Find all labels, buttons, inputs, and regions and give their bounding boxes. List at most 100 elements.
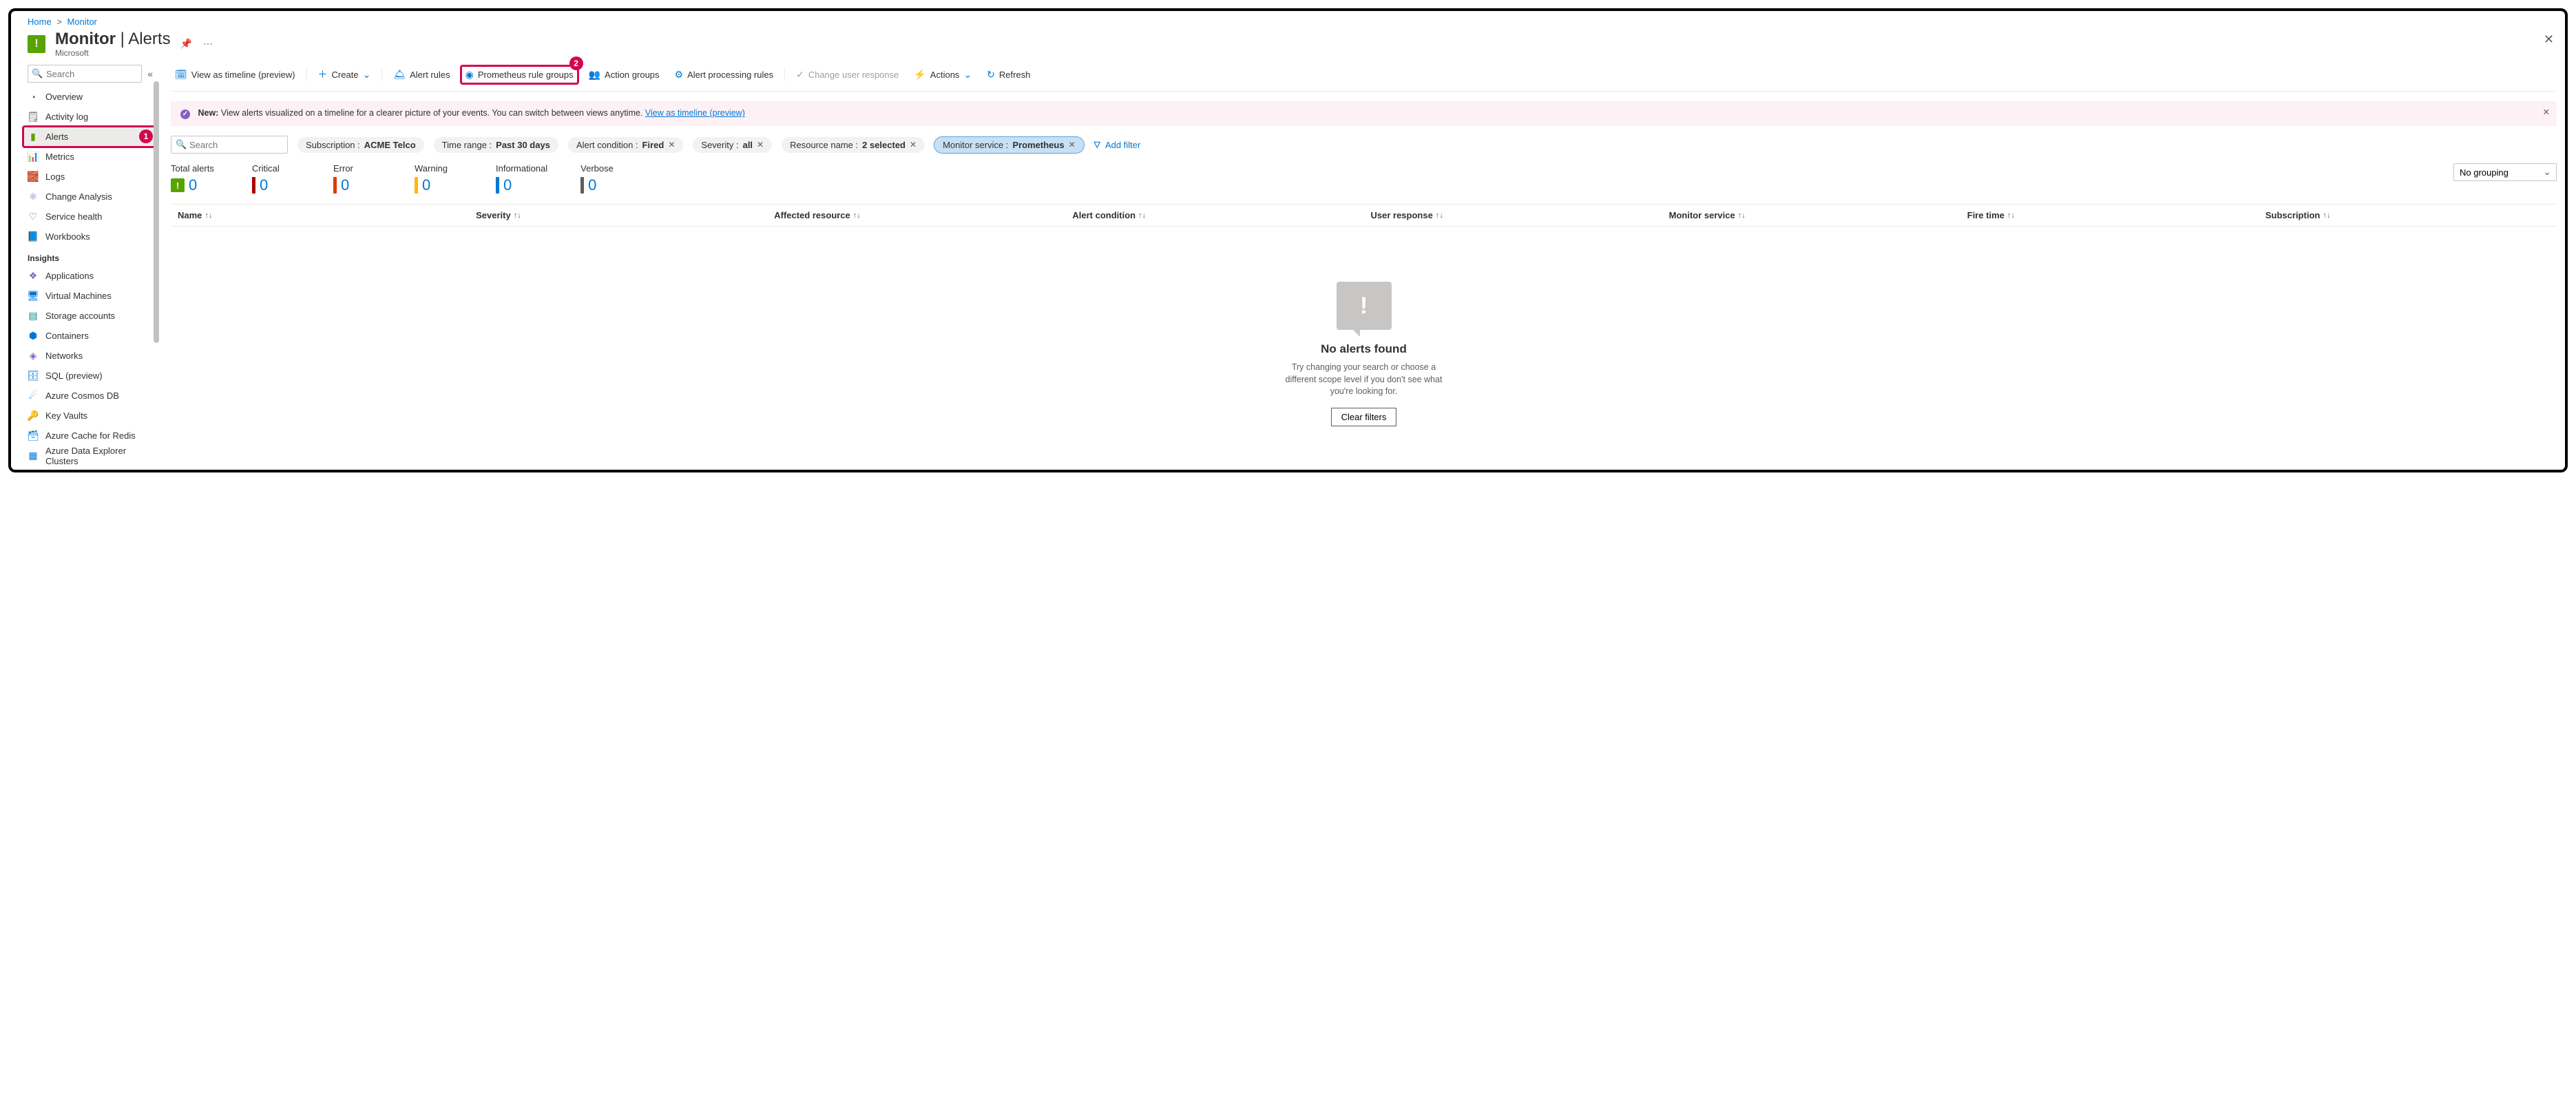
page-title: Monitor | Alerts: [55, 30, 171, 49]
add-filter-button[interactable]: 🜄Add filter: [1093, 136, 1141, 154]
sidebar-item-label: Change Analysis: [45, 191, 112, 202]
overview-icon: ◔: [28, 92, 39, 103]
severity-bar: [580, 177, 584, 194]
sidebar-item-metrics[interactable]: 📊Metrics: [23, 147, 157, 167]
column-header-user-response[interactable]: User response↑↓: [1364, 210, 1662, 220]
summary-card-verbose[interactable]: Verbose0: [580, 163, 629, 194]
sort-icon: ↑↓: [514, 211, 521, 220]
summary-card-warning[interactable]: Warning0: [415, 163, 463, 194]
key-vaults-icon: 🔑: [28, 410, 39, 422]
azure-cache-for-redis-icon: 🗃: [28, 430, 39, 441]
alerts-search: 🔍: [171, 136, 288, 154]
summary-card-total-alerts[interactable]: Total alerts0: [171, 163, 219, 194]
sidebar-item-label: Activity log: [45, 112, 88, 122]
column-header-affected-resource[interactable]: Affected resource↑↓: [767, 210, 1065, 220]
banner-close-icon[interactable]: ✕: [2543, 107, 2550, 117]
column-header-name[interactable]: Name↑↓: [171, 210, 469, 220]
alert-processing-rules-button[interactable]: ⚙Alert processing rules: [671, 66, 778, 83]
main-content: 🗓View as timeline (preview) ＋Create⌄ 🛎Al…: [157, 61, 2565, 470]
summary-card-error[interactable]: Error0: [333, 163, 381, 194]
column-header-subscription[interactable]: Subscription↑↓: [2259, 210, 2557, 220]
banner-text: View alerts visualized on a timeline for…: [221, 108, 645, 118]
sidebar-item-workbooks[interactable]: 📘Workbooks: [23, 227, 157, 247]
alert-rules-button[interactable]: 🛎Alert rules: [389, 66, 454, 83]
summary-card-label: Total alerts: [171, 163, 219, 176]
summary-card-value: 0: [588, 176, 596, 194]
create-button[interactable]: ＋Create⌄: [314, 65, 375, 84]
sidebar-item-virtual-machines[interactable]: 🖥Virtual Machines: [23, 286, 157, 306]
clear-filters-button[interactable]: Clear filters: [1331, 408, 1397, 426]
sidebar-item-alerts[interactable]: 1▮Alerts: [23, 127, 157, 147]
sidebar-item-label: Applications: [45, 271, 94, 281]
sidebar-search-input[interactable]: [28, 65, 142, 83]
sort-icon: ↑↓: [2323, 211, 2330, 220]
filter-pill-resource-name[interactable]: Resource name : 2 selected✕: [782, 137, 925, 153]
crumb-home[interactable]: Home: [28, 17, 52, 27]
view-as-timeline-button[interactable]: 🗓View as timeline (preview): [171, 66, 300, 83]
sidebar-item-sql-preview-[interactable]: 🗄SQL (preview): [23, 366, 157, 386]
filter-pill-severity[interactable]: Severity : all✕: [693, 137, 772, 153]
sidebar-item-label: Storage accounts: [45, 311, 115, 321]
alerts-search-input[interactable]: [171, 136, 288, 154]
alerts-icon: ▮: [28, 132, 39, 143]
command-bar: 🗓View as timeline (preview) ＋Create⌄ 🛎Al…: [171, 61, 2557, 92]
sidebar-item-networks[interactable]: ◈Networks: [23, 346, 157, 366]
column-header-fire-time[interactable]: Fire time↑↓: [1960, 210, 2259, 220]
sidebar-item-activity-log[interactable]: 🗒Activity log: [23, 107, 157, 127]
sort-icon: ↑↓: [2007, 211, 2015, 220]
filter-pill-monitor-service[interactable]: Monitor service : Prometheus✕: [934, 137, 1084, 153]
action-groups-button[interactable]: 👥Action groups: [585, 66, 664, 83]
sidebar-collapse-icon[interactable]: «: [147, 68, 153, 79]
pill-clear-icon[interactable]: ✕: [668, 140, 675, 149]
column-label: Alert condition: [1072, 210, 1135, 220]
sidebar-item-service-health[interactable]: ♡Service health: [23, 207, 157, 227]
column-header-alert-condition[interactable]: Alert condition↑↓: [1065, 210, 1363, 220]
more-icon[interactable]: ⋯: [203, 38, 213, 50]
sidebar-item-storage-accounts[interactable]: ▤ Storage accounts: [23, 306, 157, 326]
close-icon[interactable]: ✕: [2544, 32, 2554, 47]
filter-pill-timerange[interactable]: Time range : Past 30 days: [434, 137, 558, 153]
summary-card-critical[interactable]: Critical0: [252, 163, 300, 194]
sidebar-search: 🔍: [28, 65, 142, 83]
sidebar-item-label: Azure Cosmos DB: [45, 391, 119, 401]
crumb-monitor[interactable]: Monitor: [67, 17, 97, 27]
pill-clear-icon[interactable]: ✕: [910, 140, 917, 149]
banner-link[interactable]: View as timeline (preview): [645, 108, 745, 118]
sort-icon: ↑↓: [1738, 211, 1746, 220]
sidebar-item-azure-cache-for-redis[interactable]: 🗃Azure Cache for Redis: [23, 426, 157, 446]
sidebar-item-containers[interactable]: ⬢Containers: [23, 326, 157, 346]
pin-icon[interactable]: 📌: [180, 38, 192, 50]
check-icon: ✓: [796, 69, 804, 81]
sidebar-item-azure-cosmos-db[interactable]: ☄Azure Cosmos DB: [23, 386, 157, 406]
pill-clear-icon[interactable]: ✕: [757, 140, 764, 149]
pill-clear-icon[interactable]: ✕: [1069, 140, 1076, 149]
sidebar-item-azure-data-explorer-clusters[interactable]: ▦Azure Data Explorer Clusters: [23, 446, 157, 466]
summary-card-label: Warning: [415, 163, 463, 176]
storage-accounts-icon: ▤: [28, 311, 39, 322]
actions-dropdown[interactable]: ⚡Actions⌄: [910, 66, 976, 83]
filter-pill-subscription[interactable]: Subscription : ACME Telco: [297, 137, 424, 153]
prometheus-rule-groups-button[interactable]: ◉Prometheus rule groups 2: [461, 66, 578, 83]
column-header-monitor-service[interactable]: Monitor service↑↓: [1662, 210, 1960, 220]
filter-pill-alert-condition[interactable]: Alert condition : Fired✕: [568, 137, 683, 153]
grouping-select[interactable]: No grouping: [2453, 163, 2557, 181]
lightning-icon: ⚡: [914, 69, 925, 81]
sidebar-item-overview[interactable]: ◔Overview: [23, 87, 157, 107]
sidebar-item-key-vaults[interactable]: 🔑Key Vaults: [23, 406, 157, 426]
severity-bar: [252, 177, 255, 194]
filter-bar: 🔍 Subscription : ACME Telco Time range :…: [171, 136, 2557, 163]
column-header-severity[interactable]: Severity↑↓: [469, 210, 767, 220]
refresh-icon: ↻: [987, 69, 995, 81]
refresh-button[interactable]: ↻Refresh: [983, 66, 1034, 83]
sidebar-item-applications[interactable]: ❖Applications: [23, 266, 157, 286]
breadcrumb: Home > Monitor: [11, 11, 2565, 30]
crumb-sep: >: [54, 17, 65, 27]
title-sep: |: [116, 30, 128, 48]
sidebar-item-change-analysis[interactable]: ⚛Change Analysis: [23, 187, 157, 207]
sidebar-item-label: SQL (preview): [45, 371, 103, 381]
action-groups-icon: 👥: [589, 69, 600, 81]
page-subtitle: Microsoft: [55, 49, 171, 59]
sort-icon: ↑↓: [1436, 211, 1443, 220]
sidebar-item-logs[interactable]: 🧱Logs: [23, 167, 157, 187]
summary-card-informational[interactable]: Informational0: [496, 163, 547, 194]
